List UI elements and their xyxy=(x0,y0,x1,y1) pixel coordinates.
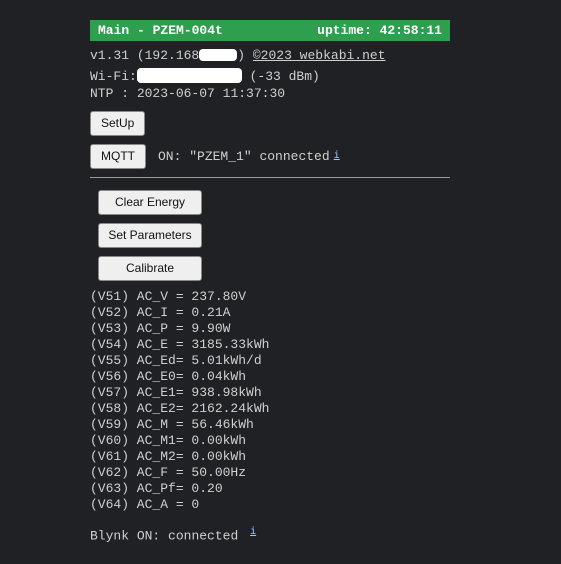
info-icon[interactable]: i xyxy=(246,527,256,538)
title-bar: Main - PZEM-004t uptime: 42:58:11 xyxy=(90,20,450,41)
vendor-link[interactable]: ©2023 webkabi.net xyxy=(253,48,386,63)
info-icon[interactable]: i xyxy=(330,151,340,162)
uptime: uptime: 42:58:11 xyxy=(317,23,442,38)
calibrate-button[interactable]: Calibrate xyxy=(98,256,202,281)
mqtt-button[interactable]: MQTT xyxy=(90,144,146,169)
redacted-ip xyxy=(199,49,237,61)
set-parameters-button[interactable]: Set Parameters xyxy=(98,223,202,248)
clear-energy-button[interactable]: Clear Energy xyxy=(98,190,202,215)
ntp-line: NTP : 2023-06-07 11:37:30 xyxy=(90,86,450,101)
blynk-line: Blynk ON: connected i xyxy=(90,527,450,543)
mqtt-status: ON: "PZEM_1" connected xyxy=(158,149,330,164)
version-line: v1.31 (192.168) ©2023 webkabi.net xyxy=(90,47,450,63)
app-title: Main - PZEM-004t xyxy=(98,23,223,38)
redacted-ssid xyxy=(137,68,242,83)
setup-button[interactable]: SetUp xyxy=(90,111,145,136)
separator xyxy=(90,177,450,178)
wifi-line: Wi-Fi: (-33 dBm) xyxy=(90,65,450,84)
readings-block: (V51) AC_V = 237.80V (V52) AC_I = 0.21A … xyxy=(90,289,450,513)
